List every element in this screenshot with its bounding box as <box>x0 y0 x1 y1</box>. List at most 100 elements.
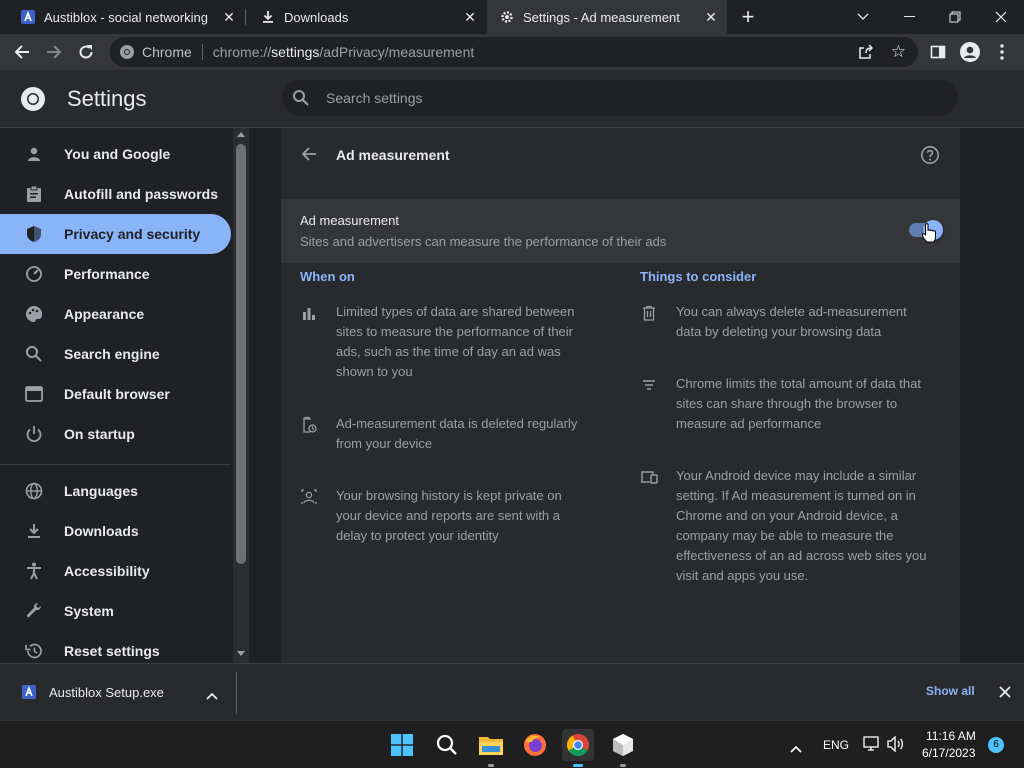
windows-logo-icon <box>391 734 413 756</box>
trash-icon <box>640 304 658 322</box>
minimize-icon <box>903 16 915 17</box>
hand-cursor-icon <box>921 222 941 246</box>
sidebar-item-privacy[interactable]: Privacy and security <box>0 214 231 254</box>
download-icon <box>260 9 276 25</box>
firefox-button[interactable] <box>519 729 551 761</box>
help-icon[interactable] <box>920 145 940 165</box>
bookmark-star-icon[interactable]: ☆ <box>891 42 906 62</box>
url-path: /adPrivacy/measurement <box>319 44 475 60</box>
file-explorer-button[interactable] <box>475 729 507 767</box>
scrollbar-thumb[interactable] <box>236 144 246 564</box>
search-icon <box>436 734 457 755</box>
taskbar-search-button[interactable] <box>431 729 463 761</box>
sidebar-item-search-engine[interactable]: Search engine <box>0 334 231 374</box>
sidebar-item-label: Autofill and passwords <box>64 186 219 202</box>
settings-header: Settings Search settings <box>0 70 1024 128</box>
close-window-button[interactable] <box>978 0 1024 34</box>
austiblox-icon <box>20 9 36 25</box>
side-panel-icon <box>930 45 946 59</box>
person-icon <box>24 144 44 164</box>
cube-app-icon <box>613 734 633 756</box>
sidebar-item-system[interactable]: System <box>0 591 231 631</box>
restore-icon <box>949 11 961 23</box>
back-button[interactable] <box>8 38 36 66</box>
sidebar-item-performance[interactable]: Performance <box>0 254 231 294</box>
toggle-row-description: Sites and advertisers can measure the pe… <box>300 234 667 249</box>
address-bar[interactable]: Chrome chrome://settings/adPrivacy/measu… <box>110 37 918 67</box>
scroll-down-arrow[interactable] <box>237 651 245 656</box>
sidebar-scrollbar[interactable] <box>233 128 249 663</box>
menu-button[interactable] <box>988 38 1016 66</box>
sidebar-item-accessibility[interactable]: Accessibility <box>0 551 231 591</box>
sidebar-item-default-browser[interactable]: Default browser <box>0 374 231 414</box>
search-icon <box>292 89 310 107</box>
sidebar-item-label: Downloads <box>64 523 139 539</box>
new-tab-button[interactable]: + <box>733 0 763 34</box>
sidebar-item-label: Accessibility <box>64 563 150 579</box>
speedometer-icon <box>24 264 44 284</box>
volume-icon[interactable] <box>887 735 905 753</box>
sidebar-item-on-startup[interactable]: On startup <box>0 414 231 454</box>
tab-search-button[interactable] <box>840 0 886 34</box>
app-cube-button[interactable] <box>607 729 639 767</box>
browser-toolbar: Chrome chrome://settings/adPrivacy/measu… <box>0 34 1024 70</box>
tab-austiblox[interactable]: Austiblox - social networking ✕ <box>0 0 245 34</box>
tab-label: Austiblox - social networking <box>44 9 209 25</box>
network-icon[interactable] <box>863 736 881 752</box>
show-all-button[interactable]: Show all <box>926 684 975 698</box>
tab-label: Settings - Ad measurement <box>523 9 680 25</box>
omnibox-divider <box>201 44 203 60</box>
clock-time[interactable]: 11:16 AM <box>926 729 976 743</box>
scroll-up-arrow[interactable] <box>237 132 245 137</box>
sidebar-item-you-and-google[interactable]: You and Google <box>0 134 231 174</box>
active-indicator <box>573 764 583 767</box>
accessibility-icon <box>24 561 44 581</box>
sidebar-item-languages[interactable]: Languages <box>0 471 231 511</box>
minimize-button[interactable] <box>886 0 932 34</box>
settings-sidebar: You and Google Autofill and passwords Pr… <box>0 128 232 663</box>
language-indicator[interactable]: ENG <box>823 738 849 752</box>
side-panel-button[interactable] <box>924 38 952 66</box>
share-icon[interactable] <box>858 44 874 60</box>
reload-button[interactable] <box>72 38 100 66</box>
close-icon <box>995 11 1007 23</box>
chevron-up-icon[interactable] <box>206 687 218 700</box>
download-item[interactable]: Austiblox Setup.exe <box>0 664 236 720</box>
tab-downloads[interactable]: Downloads ✕ <box>246 0 486 34</box>
chrome-icon <box>567 734 589 756</box>
chevron-up-icon[interactable] <box>790 740 804 753</box>
start-button[interactable] <box>386 729 418 761</box>
back-arrow-icon[interactable] <box>301 146 319 164</box>
consider-item: Chrome limits the total amount of data t… <box>640 374 930 434</box>
sidebar-item-label: On startup <box>64 426 135 442</box>
sidebar-item-reset-settings[interactable]: Reset settings <box>0 631 231 663</box>
chrome-taskbar-button[interactable] <box>562 729 594 767</box>
shield-icon <box>24 224 44 244</box>
search-input[interactable]: Search settings <box>282 80 958 116</box>
notification-badge[interactable]: 6 <box>988 737 1004 753</box>
sidebar-item-label: Search engine <box>64 346 160 362</box>
close-icon[interactable]: ✕ <box>462 9 478 25</box>
clipboard-icon <box>24 184 44 204</box>
close-icon[interactable]: ✕ <box>703 9 719 25</box>
sidebar-item-autofill[interactable]: Autofill and passwords <box>0 174 231 214</box>
forward-button[interactable] <box>40 38 68 66</box>
close-shelf-button[interactable] <box>999 685 1013 699</box>
close-icon[interactable]: ✕ <box>221 9 237 25</box>
restore-button[interactable] <box>932 0 978 34</box>
sidebar-item-label: Reset settings <box>64 643 160 659</box>
ad-measurement-toggle-row[interactable]: Ad measurement Sites and advertisers can… <box>281 199 960 263</box>
tab-settings[interactable]: Settings - Ad measurement ✕ <box>487 0 727 34</box>
sidebar-item-downloads[interactable]: Downloads <box>0 511 231 551</box>
browser-icon <box>24 384 44 404</box>
firefox-icon <box>524 734 546 756</box>
sidebar-divider <box>0 464 231 465</box>
clock-date[interactable]: 6/17/2023 <box>922 746 975 760</box>
sidebar-item-appearance[interactable]: Appearance <box>0 294 231 334</box>
austiblox-icon <box>22 685 36 699</box>
card-header: Ad measurement <box>281 128 960 184</box>
profile-button[interactable] <box>956 38 984 66</box>
gear-icon <box>499 9 515 25</box>
chrome-icon <box>119 44 135 60</box>
bullet-text: Your browsing history is kept private on… <box>336 488 562 543</box>
